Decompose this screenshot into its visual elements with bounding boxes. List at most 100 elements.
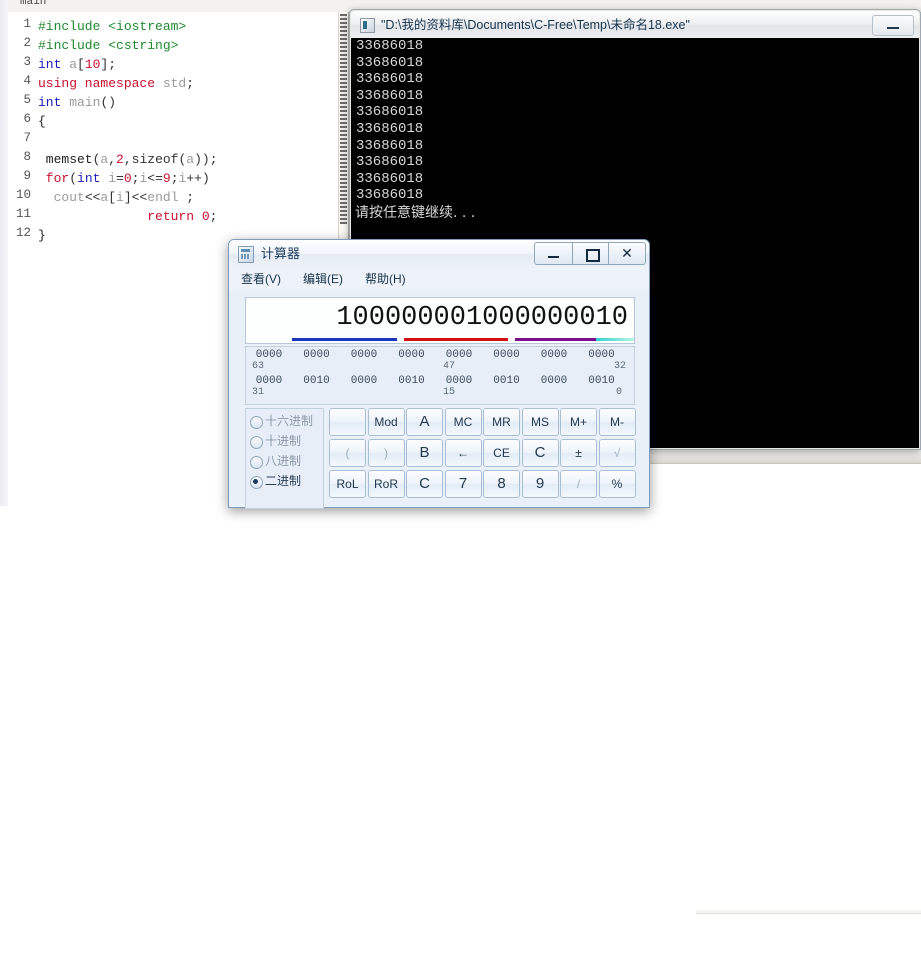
bit-index-label: 0	[616, 387, 622, 399]
calc-key-C[interactable]: C	[406, 470, 443, 498]
calculator-title-bar[interactable]: 计算器 ✕	[229, 240, 649, 269]
calculator-minimize-button[interactable]	[534, 242, 573, 265]
code-line: {	[38, 112, 46, 131]
bit-group[interactable]: 0010	[395, 375, 429, 388]
bit-group[interactable]: 0000	[395, 349, 429, 362]
calc-key-%[interactable]: %	[599, 470, 636, 498]
display-underline-1	[292, 338, 397, 341]
line-number: 7	[7, 131, 31, 145]
ide-output-grid-header	[696, 910, 921, 914]
calc-key-/[interactable]: /	[560, 470, 597, 498]
calc-key-7[interactable]: 7	[445, 470, 482, 498]
bit-index-label: 15	[443, 387, 455, 399]
calc-key-8[interactable]: 8	[483, 470, 520, 498]
ide-output-grid[interactable]	[696, 910, 921, 953]
bit-group[interactable]: 0010	[300, 375, 334, 388]
bit-row[interactable]: 00000000000000000000000000000000	[246, 349, 634, 362]
calc-key-9[interactable]: 9	[522, 470, 559, 498]
radix-option-label: 十进制	[265, 433, 301, 450]
bit-group[interactable]: 0000	[347, 375, 381, 388]
console-minimize-button[interactable]	[872, 15, 914, 36]
bit-row[interactable]: 00000010000000100000001000000010	[246, 375, 634, 388]
calc-key-)[interactable]: )	[368, 439, 405, 467]
menu-item-help[interactable]: 帮助(H)	[361, 271, 410, 287]
calc-key-M-[interactable]: M-	[599, 408, 636, 436]
calc-key-blank[interactable]	[329, 408, 366, 436]
calc-key-RoR[interactable]: RoR	[368, 470, 405, 498]
bit-group[interactable]: 0000	[490, 349, 524, 362]
bit-group[interactable]: 0000	[537, 375, 571, 388]
menu-item-edit[interactable]: 编辑(E)	[299, 271, 347, 287]
radix-option-2[interactable]: 十进制	[250, 432, 322, 451]
calc-key-B[interactable]: B	[406, 439, 443, 467]
calc-key-←[interactable]: ←	[445, 439, 482, 467]
line-number: 3	[7, 55, 31, 69]
calc-key-CE[interactable]: CE	[483, 439, 520, 467]
radio-icon[interactable]	[250, 476, 263, 489]
code-line: cout<<a[i]<<endl ;	[38, 188, 194, 207]
radix-option-label: 十六进制	[265, 413, 313, 430]
line-number-gutter: 123456789101112	[8, 12, 34, 506]
radix-option-label: 八进制	[265, 453, 301, 470]
console-output-line: 33686018	[351, 121, 919, 138]
console-app-icon	[360, 18, 375, 33]
calculator-app-icon	[238, 246, 254, 263]
radix-option-3[interactable]: 八进制	[250, 452, 322, 471]
console-output-line: 33686018	[351, 71, 919, 88]
calculator-radix-group[interactable]: 十六进制十进制八进制二进制	[245, 408, 324, 509]
console-output-line: 33686018	[351, 104, 919, 121]
line-number: 11	[7, 207, 31, 221]
calc-key-√[interactable]: √	[599, 439, 636, 467]
radix-option-1[interactable]: 十六进制	[250, 412, 322, 431]
calculator-display[interactable]: 100000001000000010	[245, 297, 635, 344]
calculator-maximize-button[interactable]	[572, 242, 610, 265]
bit-index-label: 63	[252, 361, 264, 373]
calc-key-±[interactable]: ±	[560, 439, 597, 467]
code-line: int main()	[38, 93, 116, 112]
calculator-window[interactable]: 计算器 ✕ 查看(V) 编辑(E) 帮助(H) 1000000010000000…	[228, 239, 650, 508]
calculator-menu-bar[interactable]: 查看(V) 编辑(E) 帮助(H)	[229, 268, 649, 291]
code-line: using namespace std;	[38, 74, 194, 93]
editor-scrollbar-thumb[interactable]	[340, 14, 347, 224]
code-line: #include <cstring>	[38, 36, 178, 55]
calculator-bit-grid[interactable]: 0000000000000000000000000000000063473200…	[245, 346, 635, 405]
calculator-keypad[interactable]: ModAMCMRMSM+M-()B←CEC±√RoLRoRC789/%	[329, 408, 633, 507]
console-output-line: 33686018	[351, 138, 919, 155]
bit-group[interactable]: 0010	[490, 375, 524, 388]
display-underline-4	[596, 338, 634, 341]
calc-key-MS[interactable]: MS	[522, 408, 559, 436]
bit-group[interactable]: 0000	[537, 349, 571, 362]
bit-group[interactable]: 0000	[300, 349, 334, 362]
display-underline-2	[404, 338, 508, 341]
radix-option-4[interactable]: 二进制	[250, 472, 322, 491]
console-prompt-line: 请按任意键继续. . .	[351, 204, 919, 222]
bit-group[interactable]: 0010	[585, 375, 619, 388]
code-line: }	[38, 226, 46, 245]
calc-key-C[interactable]: C	[522, 439, 559, 467]
line-number: 5	[7, 93, 31, 107]
bit-group[interactable]: 0000	[347, 349, 381, 362]
line-number: 1	[7, 17, 31, 31]
calc-key-MR[interactable]: MR	[483, 408, 520, 436]
calculator-client-area: 100000001000000010 000000000000000000000…	[229, 290, 649, 507]
line-number: 10	[7, 188, 31, 202]
line-number: 9	[7, 169, 31, 183]
tab-main[interactable]: main	[20, 0, 46, 8]
console-title-bar[interactable]: "D:\我的资料库\Documents\C-Free\Temp\未命名18.ex…	[351, 11, 919, 39]
radio-icon[interactable]	[250, 456, 263, 469]
calc-key-Mod[interactable]: Mod	[368, 408, 405, 436]
calculator-close-button[interactable]: ✕	[608, 242, 646, 265]
calc-key-A[interactable]: A	[406, 408, 443, 436]
code-line: int a[10];	[38, 55, 116, 74]
radio-icon[interactable]	[250, 416, 263, 429]
console-output-line: 33686018	[351, 187, 919, 204]
calc-key-RoL[interactable]: RoL	[329, 470, 366, 498]
calc-key-M+[interactable]: M+	[560, 408, 597, 436]
code-line: memset(a,2,sizeof(a));	[38, 150, 218, 169]
radio-icon[interactable]	[250, 436, 263, 449]
line-number: 6	[7, 112, 31, 126]
calc-key-MC[interactable]: MC	[445, 408, 482, 436]
calc-key-([interactable]: (	[329, 439, 366, 467]
calculator-title-text: 计算器	[261, 245, 300, 263]
menu-item-view[interactable]: 查看(V)	[237, 271, 285, 287]
